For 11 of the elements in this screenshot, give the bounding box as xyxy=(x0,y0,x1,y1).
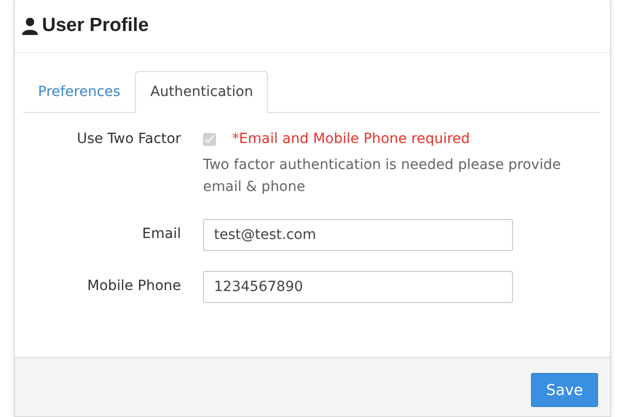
field-label: Mobile Phone xyxy=(86,277,182,296)
field-label: Use Two Factor xyxy=(76,130,182,149)
tab[interactable]: Preferences xyxy=(23,71,136,113)
help-text: Two factor authentication is needed please provide email & phone xyxy=(203,156,562,198)
panel-title: User Profile xyxy=(42,14,149,38)
user-icon xyxy=(21,17,39,35)
field-label: Email xyxy=(141,225,182,244)
input-field[interactable]: test@test.com xyxy=(203,218,513,251)
tab[interactable]: Authentication xyxy=(135,71,268,113)
input-field[interactable]: 1234567890 xyxy=(203,270,513,303)
warning-text: *Email and Mobile Phone required xyxy=(232,130,470,149)
